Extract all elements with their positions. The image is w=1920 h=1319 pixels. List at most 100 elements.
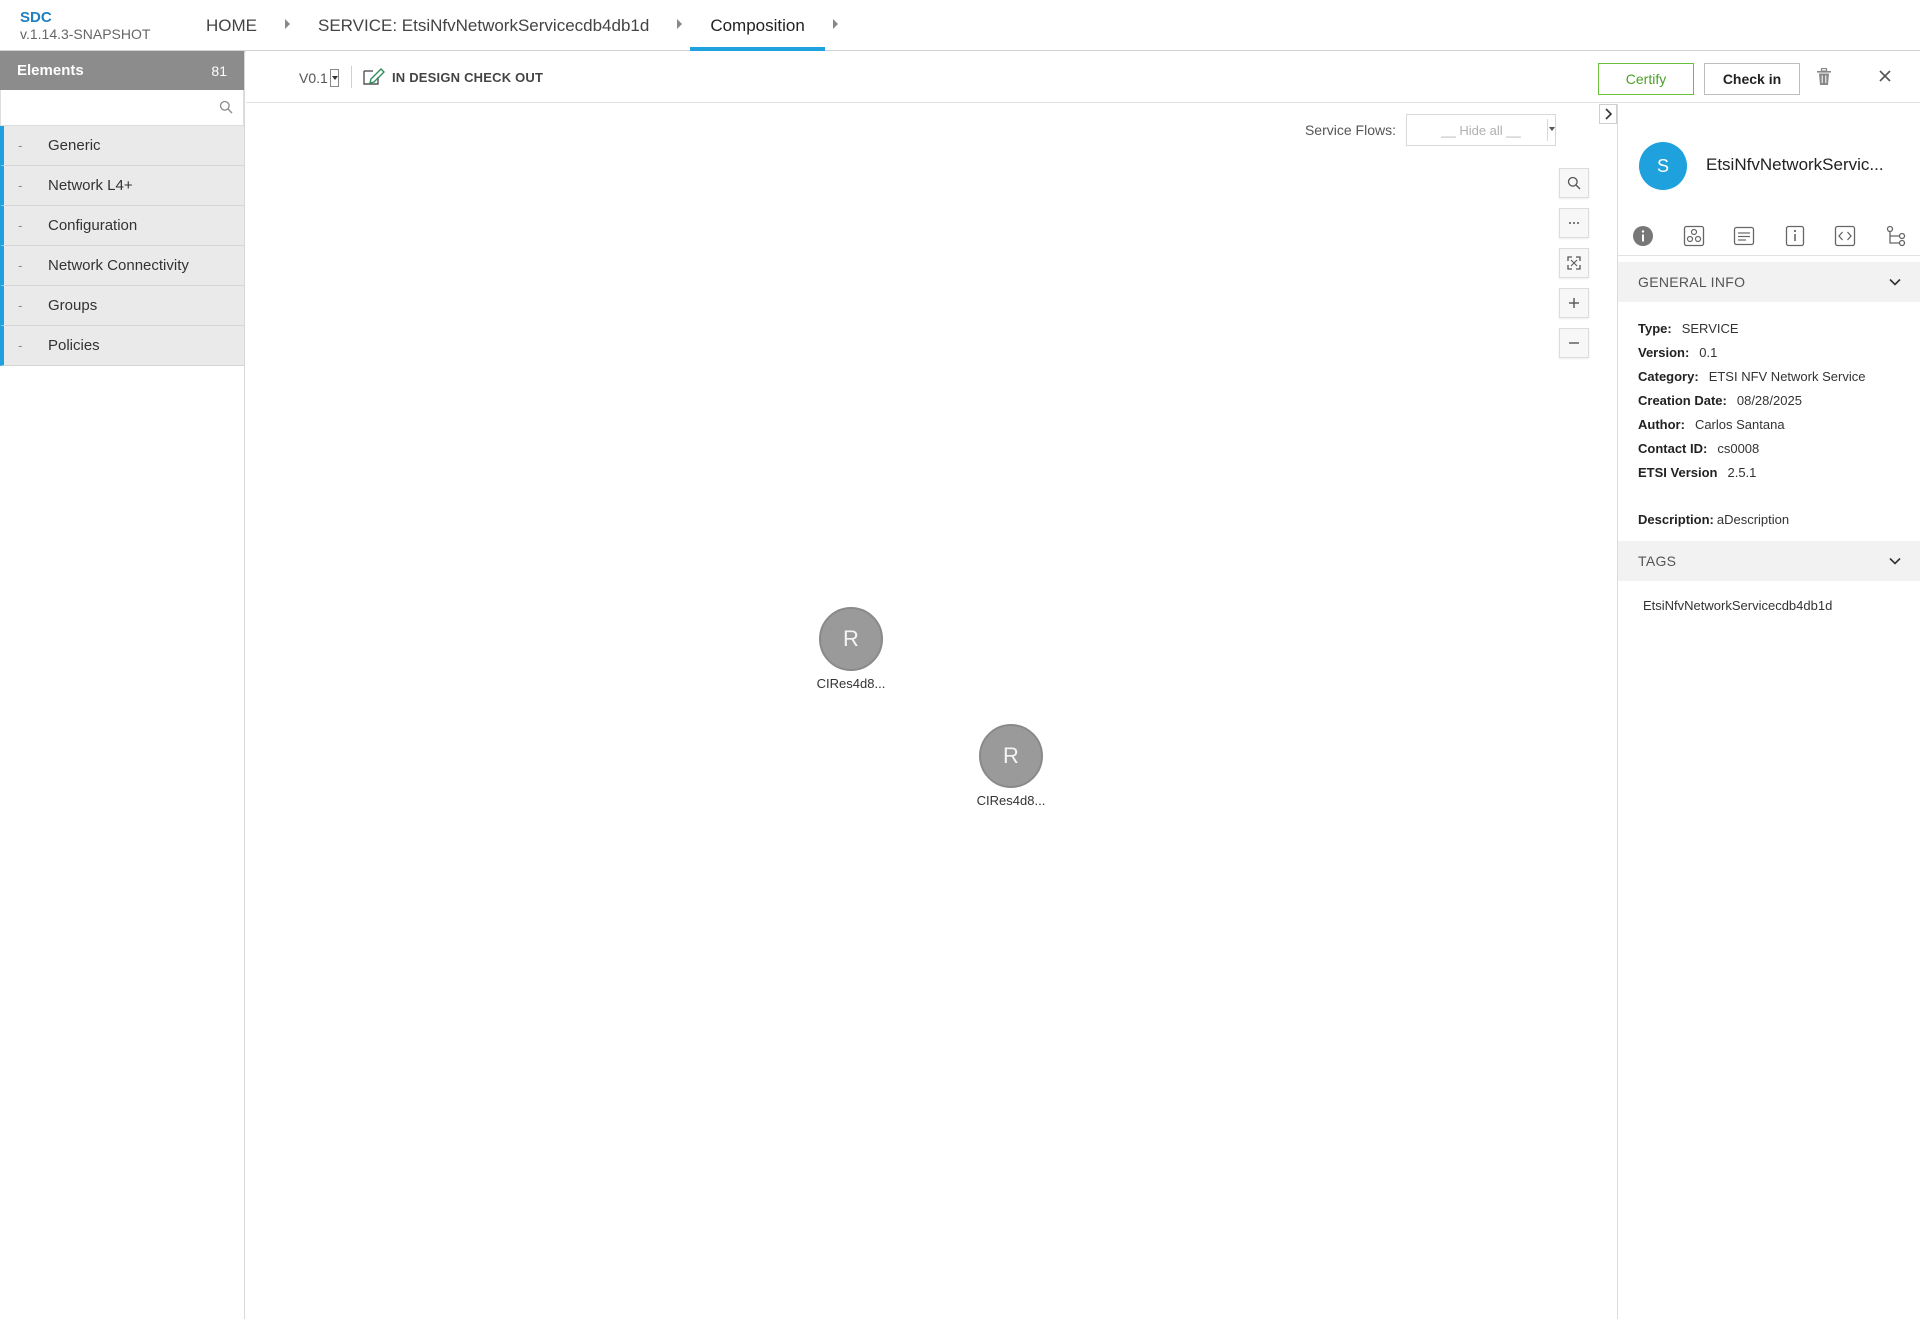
collapse-panel-button[interactable] [1599,104,1617,124]
info-value: 0.1 [1699,345,1718,360]
info-icon [1633,225,1654,246]
info-row-contact-id: Contact ID: cs0008 [1638,437,1901,461]
component-name: EtsiNfvNetworkServic... [1706,155,1884,174]
info-key: Description: [1638,512,1714,527]
info-row-version: Version: 0.1 [1638,341,1901,365]
info-row-etsi-version: ETSI Version 2.5.1 [1638,461,1901,485]
general-info-header[interactable]: GENERAL INFO [1618,262,1920,302]
canvas-search-button[interactable] [1559,168,1589,198]
info-row-creation-date: Creation Date: 08/28/2025 [1638,389,1901,413]
tab-composition[interactable] [1674,218,1714,254]
info-value: ETSI NFV Network Service [1708,369,1866,384]
brand[interactable]: SDC v.1.14.3-SNAPSHOT [20,9,150,43]
palette-search-input[interactable] [1,90,243,125]
fit-screen-icon [1567,256,1581,270]
deployment-artifacts-icon [1734,226,1755,245]
info-key: ETSI Version [1638,465,1718,480]
node-label: CIRes4d8... [816,676,886,691]
caret-down-icon[interactable] [329,69,339,87]
section-title: GENERAL INFO [1638,274,1746,290]
category-label: Generic [48,137,101,154]
zoom-in-button[interactable] [1559,288,1589,318]
avatar: S [1639,142,1687,190]
palette-count: 81 [211,62,227,79]
search-icon [1567,176,1581,190]
node-icon: R [819,607,883,671]
status-text: IN DESIGN CHECK OUT [392,69,544,85]
info-value: cs0008 [1717,441,1760,456]
info-key: Category: [1638,369,1699,384]
info-value: Carlos Santana [1694,417,1785,432]
tab-deployment-artifacts[interactable] [1724,218,1764,254]
palette-category-policies[interactable]: - Policies [0,326,244,366]
info-key: Version: [1638,345,1690,360]
app-version: v.1.14.3-SNAPSHOT [20,26,151,42]
palette-header: Elements 81 [0,51,244,90]
details-panel-header: S EtsiNfvNetworkServic... [1618,104,1920,224]
properties-icon [1785,225,1804,246]
edit-checkout-icon [363,68,385,85]
info-row-description: Description: aDescription [1638,512,1901,527]
info-value: SERVICE [1681,321,1739,336]
info-row-category: Category: ETSI NFV Network Service [1638,365,1901,389]
collapse-dash-icon: - [18,258,23,273]
category-label: Groups [48,297,98,314]
canvas-zoom-tools [1559,168,1589,368]
collapse-dash-icon: - [18,298,23,313]
certify-button[interactable]: Certify [1598,63,1694,95]
tab-hierarchy[interactable] [1876,218,1916,254]
canvas-node[interactable]: R CIRes4d8... [801,607,901,691]
more-icon [1569,222,1579,224]
details-tabs [1618,216,1920,256]
version-value: V0.1 [299,70,328,86]
chevron-right-icon[interactable] [285,18,290,29]
zoom-out-icon [1569,342,1579,344]
category-label: Policies [48,337,100,354]
collapse-dash-icon: - [18,178,23,193]
tab-api[interactable] [1825,218,1865,254]
service-flows: Service Flows: __ Hide all __ [1305,114,1556,146]
general-info-section: GENERAL INFO Type: SERVICE Version: 0.1 Ca… [1618,262,1920,527]
breadcrumb-home[interactable]: HOME [186,0,277,51]
tab-properties[interactable] [1775,218,1815,254]
info-value: 2.5.1 [1727,465,1757,480]
tab-general-info[interactable] [1623,218,1663,254]
zoom-out-button[interactable] [1559,328,1589,358]
chevron-down-icon [1889,278,1901,286]
service-flows-value: __ Hide all __ [1441,122,1521,138]
category-label: Network Connectivity [48,257,189,274]
canvas-node[interactable]: R CIRes4d8... [961,724,1061,808]
palette-search [0,90,244,126]
close-icon[interactable] [1876,67,1894,85]
chevron-right-icon[interactable] [832,18,838,29]
caret-down-icon[interactable] [1547,119,1555,141]
canvas-more-button[interactable] [1559,208,1589,238]
version-select[interactable]: V0.1 [299,69,339,87]
search-icon[interactable] [219,100,233,114]
elements-palette: Elements 81 - Generic - Network L4+ - Co… [0,51,245,1319]
info-key: Contact ID: [1638,441,1708,456]
breadcrumb-service[interactable]: SERVICE: EtsiNfvNetworkServicecdb4db1d [298,0,669,51]
service-flows-select[interactable]: __ Hide all __ [1406,114,1556,146]
workspace-toolbar: V0.1 IN DESIGN CHECK OUT Certify Check i… [246,51,1920,103]
palette-category-groups[interactable]: - Groups [0,286,244,326]
chevron-right-icon[interactable] [677,18,683,29]
palette-category-generic[interactable]: - Generic [0,126,244,166]
brand-name: SDC [20,9,52,26]
composition-canvas[interactable]: Service Flows: __ Hide all __ R CIRes4d8… [246,104,1616,1319]
palette-title: Elements [17,62,84,79]
palette-category-network-connectivity[interactable]: - Network Connectivity [0,246,244,286]
check-in-button[interactable]: Check in [1704,63,1800,95]
tags-section: TAGS EtsiNfvNetworkServicecdb4db1d [1618,541,1920,630]
general-info-list: Type: SERVICE Version: 0.1 Category: ETSI N… [1618,302,1920,527]
palette-category-network-l4[interactable]: - Network L4+ [0,166,244,206]
breadcrumb-composition[interactable]: Composition [690,0,825,51]
info-key: Author: [1638,417,1685,432]
section-title: TAGS [1638,553,1677,569]
palette-category-configuration[interactable]: - Configuration [0,206,244,246]
collapse-dash-icon: - [18,338,23,353]
fit-to-screen-button[interactable] [1559,248,1589,278]
trash-icon[interactable] [1816,68,1832,86]
tags-header[interactable]: TAGS [1618,541,1920,581]
category-label: Network L4+ [48,177,133,194]
